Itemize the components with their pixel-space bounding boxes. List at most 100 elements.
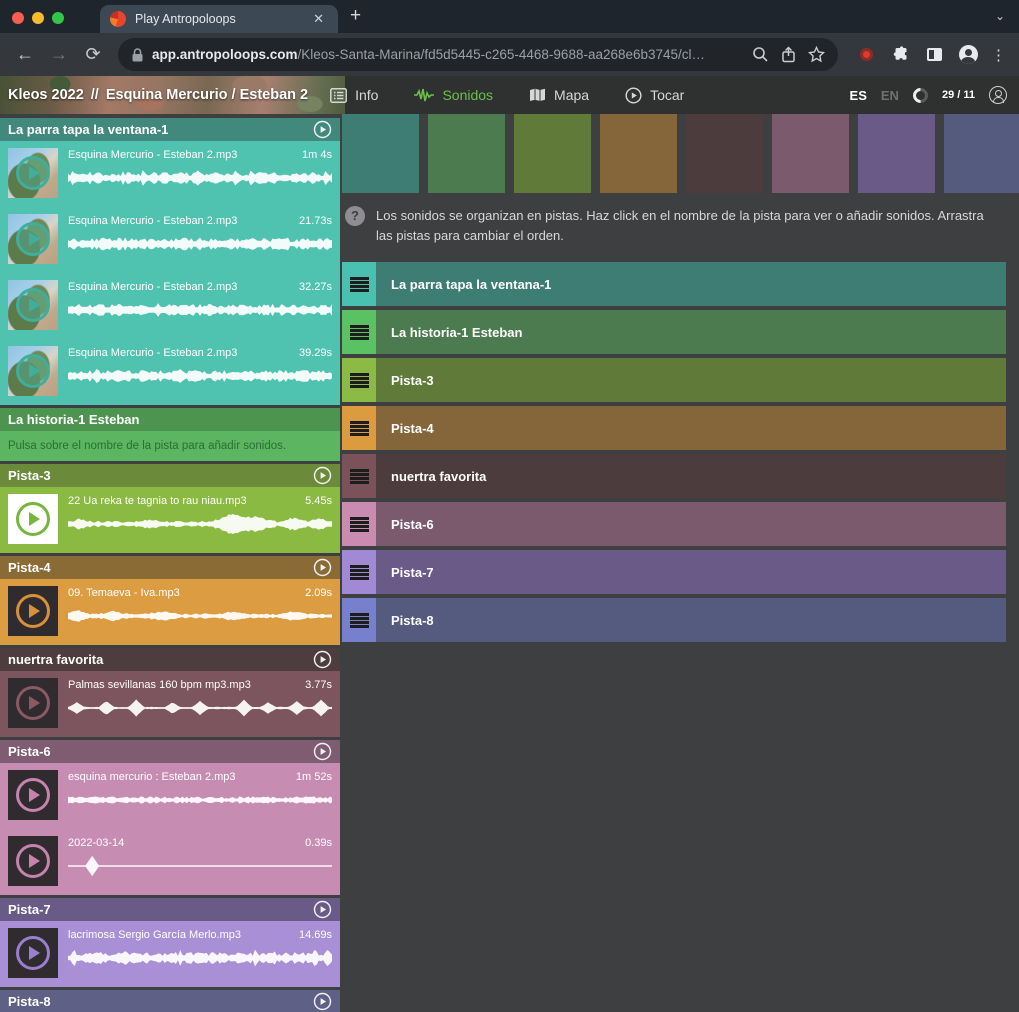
clip-thumbnail[interactable]: [8, 148, 58, 198]
track-section-header[interactable]: Pista-8: [0, 990, 340, 1012]
browser-tab[interactable]: Play Antropoloops ✕: [100, 5, 338, 33]
bookmark-star-icon[interactable]: [802, 41, 830, 69]
back-button[interactable]: ←: [10, 40, 40, 70]
window-close-button[interactable]: [12, 12, 24, 24]
track-section: Pista-409. Temaeva - Iva.mp32.09s: [0, 556, 340, 645]
browser-menu-icon[interactable]: ⋮: [988, 46, 1009, 64]
side-panel-icon[interactable]: [920, 41, 948, 69]
track-row-bar[interactable]: Pista-3: [376, 358, 1006, 402]
new-tab-button[interactable]: +: [338, 5, 375, 33]
track-row-bar[interactable]: Pista-6: [376, 502, 1006, 546]
tab-search-chevron-icon[interactable]: ⌄: [995, 9, 1005, 23]
clip-thumbnail[interactable]: [8, 346, 58, 396]
drag-handle[interactable]: [342, 310, 376, 354]
track-play-icon[interactable]: [313, 900, 332, 919]
drag-handle[interactable]: [342, 598, 376, 642]
track-row[interactable]: Pista-7: [342, 550, 1006, 594]
clip-play-icon[interactable]: [16, 936, 50, 970]
track-row-bar[interactable]: Pista-8: [376, 598, 1006, 642]
clip-play-icon[interactable]: [16, 222, 50, 256]
nav-item-mapa[interactable]: Mapa: [529, 87, 589, 103]
language-es-button[interactable]: ES: [850, 88, 867, 103]
track-swatch[interactable]: [342, 114, 419, 193]
clip-thumbnail[interactable]: [8, 836, 58, 886]
track-play-icon[interactable]: [313, 650, 332, 669]
share-icon[interactable]: [774, 41, 802, 69]
track-swatch[interactable]: [944, 114, 1019, 193]
header-right-controls: ES EN 29 / 11: [850, 86, 1019, 104]
track-row[interactable]: La historia-1 Esteban: [342, 310, 1006, 354]
clip-thumbnail[interactable]: [8, 586, 58, 636]
clip-thumbnail[interactable]: [8, 214, 58, 264]
clip-play-icon[interactable]: [16, 778, 50, 812]
clip-play-icon[interactable]: [16, 288, 50, 322]
drag-handle[interactable]: [342, 550, 376, 594]
track-play-icon[interactable]: [313, 120, 332, 139]
track-swatch[interactable]: [428, 114, 505, 193]
url-path: /Kleos-Santa-Marina/fd5d5445-c265-4468-9…: [298, 47, 706, 62]
track-row-bar[interactable]: nuertra favorita: [376, 454, 1006, 498]
breadcrumb-project[interactable]: Kleos 2022: [8, 87, 84, 103]
track-row[interactable]: La parra tapa la ventana-1: [342, 262, 1006, 306]
track-play-icon[interactable]: [313, 558, 332, 577]
address-bar[interactable]: app.antropoloops.com/Kleos-Santa-Marina/…: [118, 38, 838, 71]
track-section-header[interactable]: La historia-1 Esteban: [0, 408, 340, 431]
track-section-header[interactable]: Pista-7: [0, 898, 340, 921]
clip-thumbnail[interactable]: [8, 770, 58, 820]
track-row[interactable]: Pista-8: [342, 598, 1006, 642]
track-row-bar[interactable]: Pista-7: [376, 550, 1006, 594]
track-swatch[interactable]: [514, 114, 591, 193]
drag-handle[interactable]: [342, 358, 376, 402]
drag-handle[interactable]: [342, 262, 376, 306]
clip-play-icon[interactable]: [16, 156, 50, 190]
window-zoom-button[interactable]: [52, 12, 64, 24]
track-row[interactable]: nuertra favorita: [342, 454, 1006, 498]
window-minimize-button[interactable]: [32, 12, 44, 24]
track-swatch[interactable]: [772, 114, 849, 193]
track-swatch[interactable]: [686, 114, 763, 193]
extensions-puzzle-icon[interactable]: [886, 41, 914, 69]
track-swatch[interactable]: [858, 114, 935, 193]
drag-handle[interactable]: [342, 406, 376, 450]
clip-thumbnail[interactable]: [8, 928, 58, 978]
clip-duration: 39.29s: [299, 347, 332, 359]
nav-item-tocar[interactable]: Tocar: [625, 87, 684, 104]
track-section-header[interactable]: Pista-3: [0, 464, 340, 487]
track-row[interactable]: Pista-6: [342, 502, 1006, 546]
tab-close-icon[interactable]: ✕: [309, 9, 328, 29]
track-row[interactable]: Pista-3: [342, 358, 1006, 402]
track-play-icon[interactable]: [313, 466, 332, 485]
nav-item-sonidos[interactable]: Sonidos: [414, 87, 493, 103]
clip-body: Esquina Mercurio - Esteban 2.mp339.29s: [68, 346, 332, 398]
zoom-page-icon[interactable]: [746, 41, 774, 69]
clip-play-icon[interactable]: [16, 594, 50, 628]
track-play-icon[interactable]: [313, 742, 332, 761]
recording-indicator-icon[interactable]: [852, 41, 880, 69]
drag-handle[interactable]: [342, 454, 376, 498]
track-row-bar[interactable]: La parra tapa la ventana-1: [376, 262, 1006, 306]
clip-play-icon[interactable]: [16, 686, 50, 720]
reload-button[interactable]: ⟳: [78, 40, 108, 70]
clip-play-icon[interactable]: [16, 354, 50, 388]
clip-play-icon[interactable]: [16, 502, 50, 536]
nav-item-info[interactable]: Info: [330, 87, 378, 103]
drag-handle[interactable]: [342, 502, 376, 546]
track-swatch[interactable]: [600, 114, 677, 193]
track-section-header[interactable]: nuertra favorita: [0, 648, 340, 671]
track-play-icon[interactable]: [313, 992, 332, 1011]
track-section-header[interactable]: La parra tapa la ventana-1: [0, 118, 340, 141]
clip-thumbnail[interactable]: [8, 678, 58, 728]
track-row-bar[interactable]: La historia-1 Esteban: [376, 310, 1006, 354]
clip-thumbnail[interactable]: [8, 280, 58, 330]
waveform: [68, 946, 332, 970]
language-en-button[interactable]: EN: [881, 88, 899, 103]
track-row[interactable]: Pista-4: [342, 406, 1006, 450]
profile-avatar-icon[interactable]: [954, 41, 982, 69]
account-icon[interactable]: [989, 86, 1007, 104]
clip-play-icon[interactable]: [16, 844, 50, 878]
track-row-bar[interactable]: Pista-4: [376, 406, 1006, 450]
clip-thumbnail[interactable]: [8, 494, 58, 544]
clip-duration: 14.69s: [299, 929, 332, 941]
track-section-header[interactable]: Pista-4: [0, 556, 340, 579]
track-section-header[interactable]: Pista-6: [0, 740, 340, 763]
